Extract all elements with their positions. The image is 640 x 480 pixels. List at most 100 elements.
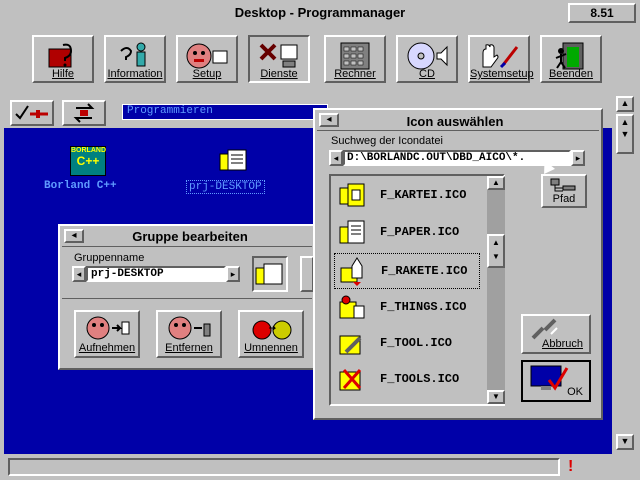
abbruch-label: Abbruch (542, 338, 583, 350)
calculator-icon (340, 42, 370, 70)
tools-folder-icon (339, 369, 362, 391)
apple-pear-icon (252, 320, 292, 340)
borland-badge-cpp: C++ (76, 154, 100, 168)
icon-list-thumb[interactable]: ▲ ▼ (487, 234, 505, 268)
connect-button[interactable] (10, 100, 54, 126)
help-label: Hilfe (51, 68, 74, 80)
things-icon (339, 295, 365, 319)
icon-item-paper[interactable]: F_PAPER.ICO (338, 217, 478, 247)
icon-item-rakete[interactable]: F_RAKETE.ICO (334, 253, 480, 289)
remove-face-icon (168, 316, 211, 340)
tools-icon (259, 43, 298, 68)
dienste-label: Dienste (260, 68, 298, 80)
gruppe-dialog: ◂ Gruppe bearbeiten Gruppenname ◂ prj-DE… (58, 224, 316, 370)
icon-item-tool[interactable]: F_TOOL.ICO (338, 328, 478, 358)
setup-face-icon (186, 43, 228, 69)
pfad-button[interactable]: Pfad (541, 174, 587, 208)
ok-button[interactable]: OK (521, 360, 591, 402)
hand-pen-icon (482, 44, 519, 69)
gruppe-name-input[interactable]: prj-DESKTOP (86, 266, 226, 282)
pfad-label: Pfad (552, 193, 576, 205)
gruppe-prev-button[interactable]: ◂ (72, 266, 86, 282)
scroll-thumb[interactable]: ▲ ▼ (616, 114, 634, 154)
version-label: 8.51 (590, 6, 614, 20)
help-button[interactable]: Hilfe (32, 35, 94, 83)
path-prev-button[interactable]: ◂ (329, 150, 343, 166)
kartei-icon (339, 183, 365, 207)
borland-icon[interactable]: BORLAND C++ (60, 146, 120, 176)
gruppe-name-value: prj-DESKTOP (91, 268, 164, 280)
borland-badge: BORLAND (71, 147, 106, 154)
dienste-button[interactable]: Dienste (248, 35, 310, 83)
prj-desktop-label[interactable]: prj-DESKTOP (186, 180, 265, 194)
setup-label: Setup (192, 68, 222, 80)
information-button[interactable]: Information (104, 35, 166, 83)
systemsetup-label: Systemsetup (470, 68, 534, 80)
abbruch-button[interactable]: Abbruch (521, 314, 591, 354)
setup-button[interactable]: Setup (176, 35, 238, 83)
version-badge: 8.51 (568, 3, 636, 23)
umnennen-button[interactable]: Umnennen (238, 310, 304, 358)
icon-item-label: F_TOOL.ICO (380, 336, 453, 350)
icon-item-label: F_TOOLS.ICO (380, 372, 460, 386)
gruppe-field-label: Gruppenname (74, 252, 145, 264)
swap-arrows-icon (73, 103, 95, 123)
icon-item-label: F_KARTEI.ICO (380, 188, 467, 202)
add-face-icon (86, 316, 130, 340)
vertical-scrollbar[interactable]: ▲ ▲ ▼ ▼ (614, 94, 636, 454)
cd-button[interactable]: CD (396, 35, 458, 83)
cd-label: CD (419, 68, 435, 80)
rechner-label: Rechner (334, 68, 376, 80)
monitor-check-icon (530, 365, 569, 391)
icon-list-scroll-up[interactable]: ▲ (487, 176, 505, 190)
paper-icon (339, 220, 365, 244)
icon-item-tools[interactable]: F_TOOLS.ICO (338, 364, 478, 394)
gruppe-title: Gruppe bearbeiten (132, 229, 248, 244)
beenden-label: Beenden (548, 68, 594, 80)
path-input[interactable]: D:\BORLANDC.OUT\DBD_AICO\*. (343, 150, 571, 166)
umnennen-label: Umnennen (244, 342, 298, 354)
borland-label[interactable]: Borland C++ (44, 180, 117, 192)
gruppe-sysmenu-button[interactable]: ◂ (64, 229, 84, 243)
aufnehmen-button[interactable]: Aufnehmen (74, 310, 140, 358)
program-group-value: Programmieren (127, 105, 213, 117)
path-value: D:\BORLANDC.OUT\DBD_AICO\*. (347, 152, 526, 164)
icon-item-things[interactable]: F_THINGS.ICO (338, 292, 478, 322)
icon-dialog-sysmenu-button[interactable]: ◂ (319, 113, 339, 127)
entfernen-button[interactable]: Entfernen (156, 310, 222, 358)
program-group-field[interactable]: Programmieren (122, 104, 328, 120)
icon-item-label: F_PAPER.ICO (380, 225, 460, 239)
icon-item-label: F_THINGS.ICO (380, 300, 467, 314)
path-next-button[interactable]: ▸ (571, 150, 585, 166)
information-label: Information (107, 68, 163, 80)
scroll-up-button[interactable]: ▲ (616, 96, 634, 112)
prj-desktop-icon[interactable] (218, 146, 250, 174)
folder-icon (219, 149, 247, 171)
ok-label: OK (567, 386, 583, 398)
icon-list-scrollbar[interactable]: ▲ ▲ ▼ ▼ (487, 176, 505, 404)
alert-icon: ! (568, 458, 574, 475)
folder-preview-icon (255, 263, 283, 285)
icon-item-kartei[interactable]: F_KARTEI.ICO (338, 180, 478, 210)
icon-item-label: F_RAKETE.ICO (381, 264, 468, 278)
icon-dialog-title: Icon auswählen (406, 114, 504, 129)
rechner-button[interactable]: Rechner (324, 35, 386, 83)
rocket-icon (340, 257, 363, 286)
cd-icon (407, 42, 448, 70)
entfernen-label: Entfernen (165, 342, 213, 354)
systemsetup-button[interactable]: Systemsetup (468, 35, 534, 83)
exit-icon (555, 42, 584, 70)
icon-list-scroll-down[interactable]: ▼ (487, 390, 505, 404)
gruppe-icon-preview[interactable] (252, 256, 288, 292)
info-person-icon (120, 42, 146, 67)
status-bar (8, 458, 560, 476)
connect-icon (15, 105, 48, 120)
gruppe-next-button[interactable]: ▸ (226, 266, 240, 282)
swap-button[interactable] (62, 100, 106, 126)
help-book-icon (48, 43, 73, 68)
beenden-button[interactable]: Beenden (540, 35, 602, 83)
gruppe-partial-button[interactable] (300, 256, 314, 292)
path-label: Suchweg der Icondatei (331, 135, 443, 147)
scroll-down-button[interactable]: ▼ (616, 434, 634, 450)
aufnehmen-label: Aufnehmen (78, 342, 136, 354)
